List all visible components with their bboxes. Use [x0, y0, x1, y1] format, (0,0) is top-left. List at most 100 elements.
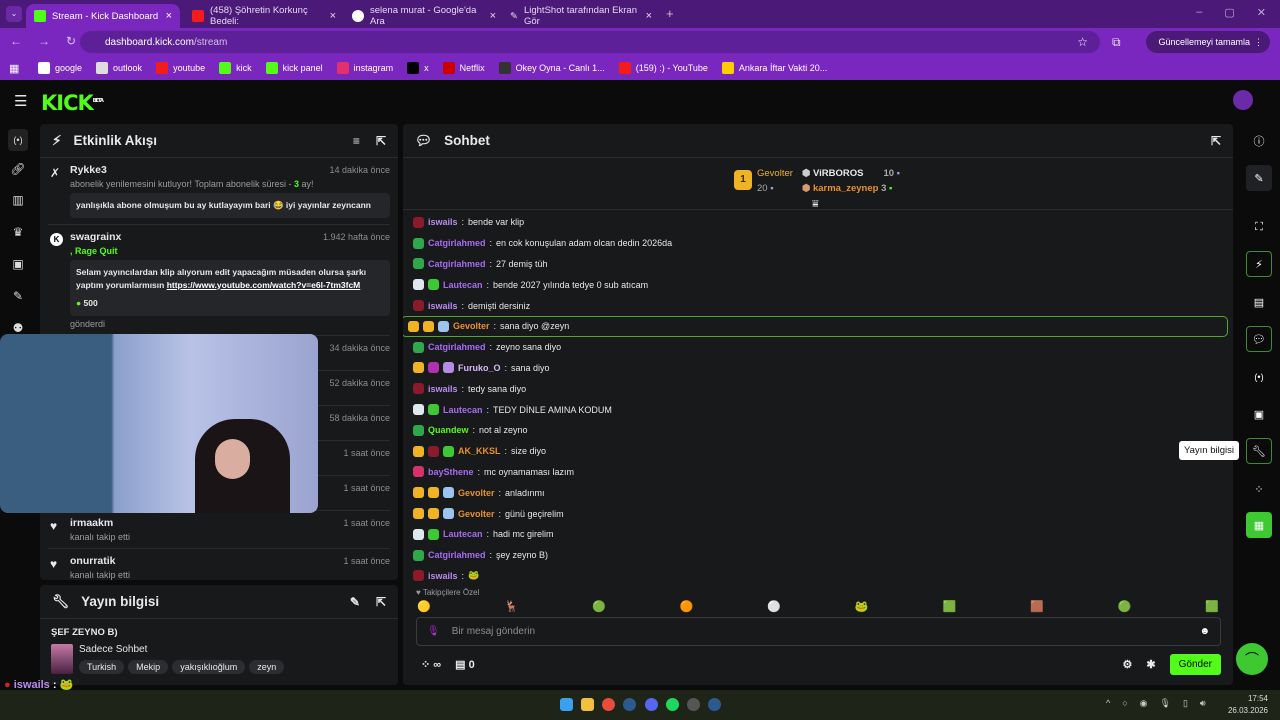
- bookmark-item[interactable]: Ankara İftar Vakti 20...: [721, 62, 827, 74]
- stream-tag[interactable]: yakışıklıoğlum: [172, 660, 246, 674]
- stream-video-preview[interactable]: [0, 334, 318, 513]
- chat-username[interactable]: Lautecan: [443, 529, 483, 539]
- tab-kick-dashboard[interactable]: Stream - Kick Dashboard ×: [26, 4, 180, 28]
- chat-username[interactable]: Lautecan: [443, 405, 483, 415]
- leader-name[interactable]: Gevolter: [757, 168, 793, 179]
- popout-icon[interactable]: ⇱: [376, 595, 386, 609]
- category-name[interactable]: Sadece Sohbet: [79, 644, 288, 655]
- discord-icon[interactable]: [645, 698, 658, 711]
- support-button[interactable]: ⌒: [1236, 643, 1268, 675]
- update-button[interactable]: Güncellemeyi tamamla ⋮: [1146, 31, 1270, 53]
- chat-username[interactable]: Furuko_O: [458, 363, 501, 373]
- community-icon[interactable]: ⁘: [1246, 476, 1272, 502]
- microphone-icon[interactable]: 🎙︎: [427, 626, 440, 637]
- emote[interactable]: 🟠: [680, 600, 694, 613]
- chrome-icon[interactable]: [602, 698, 615, 711]
- steam-icon[interactable]: ◉: [1140, 698, 1148, 709]
- stream-tag[interactable]: Mekip: [128, 660, 169, 674]
- chat-username[interactable]: iswails: [428, 217, 458, 227]
- bookmark-item[interactable]: instagram: [336, 62, 393, 74]
- bookmark-item[interactable]: kick panel: [265, 62, 323, 74]
- send-button[interactable]: Gönder: [1169, 654, 1221, 675]
- nav-tools-icon[interactable]: ✎: [8, 289, 28, 303]
- notes-icon[interactable]: ▤: [1246, 289, 1272, 315]
- expand-leaderboard-icon[interactable]: ⩸: [812, 198, 819, 211]
- activity-user[interactable]: onurratik: [70, 555, 390, 567]
- settings-icon[interactable]: ⚙: [1123, 658, 1133, 671]
- leader-name[interactable]: ViRBOROS: [813, 168, 864, 179]
- youtube-link[interactable]: https://www.youtube.com/watch?v=e6l-7tm3…: [167, 280, 361, 290]
- obs-icon[interactable]: [687, 698, 700, 711]
- edit-icon[interactable]: ✎: [350, 595, 360, 609]
- emote[interactable]: 🟢: [592, 600, 606, 613]
- bookmark-star-icon[interactable]: ☆: [1077, 35, 1088, 49]
- bookmark-item[interactable]: Netflix: [442, 62, 485, 74]
- gifts-display[interactable]: ▤ 0: [455, 658, 475, 671]
- chat-username[interactable]: Catgirlahmed: [428, 259, 486, 269]
- popout-icon[interactable]: ⇱: [376, 134, 386, 148]
- chat-username[interactable]: iswails: [428, 571, 458, 581]
- network-icon[interactable]: ▯: [1183, 698, 1188, 709]
- popout-icon[interactable]: ⇱: [1211, 134, 1221, 148]
- edit-icon[interactable]: ✎: [1246, 165, 1272, 191]
- camera-icon[interactable]: ▣: [1246, 401, 1272, 427]
- app-icon[interactable]: ▦: [1246, 512, 1272, 538]
- chat-username[interactable]: Quandew: [428, 425, 469, 435]
- close-tab-icon[interactable]: ×: [646, 10, 652, 22]
- nav-video-icon[interactable]: ▣: [8, 257, 28, 271]
- bookmark-item[interactable]: youtube: [156, 62, 205, 74]
- info-icon[interactable]: ⓘ: [1246, 128, 1272, 154]
- forward-icon[interactable]: →: [38, 34, 50, 48]
- spotify-icon[interactable]: [666, 698, 679, 711]
- emote-picker-icon[interactable]: ✱: [1146, 658, 1155, 671]
- bookmark-item[interactable]: google: [38, 62, 82, 74]
- reload-icon[interactable]: ↻: [66, 34, 76, 48]
- chat-username[interactable]: iswails: [428, 384, 458, 394]
- chat-username[interactable]: Catgirlahmed: [428, 550, 486, 560]
- emote[interactable]: 🟡: [417, 600, 431, 613]
- nav-stream-icon[interactable]: (•): [8, 129, 28, 151]
- close-tab-icon[interactable]: ×: [490, 10, 496, 22]
- nav-analytics-icon[interactable]: ▥: [8, 193, 28, 207]
- chat-toggle-icon[interactable]: 💬︎: [1246, 326, 1272, 352]
- tab-lightshot[interactable]: ✎ LightShot tarafından Ekran Gör ×: [502, 4, 660, 28]
- extensions-icon[interactable]: ⧉: [1112, 35, 1121, 50]
- screenshot-icon[interactable]: ⛶: [1246, 214, 1272, 240]
- bookmark-item[interactable]: kick: [219, 62, 252, 74]
- emote[interactable]: 🟩: [1205, 600, 1219, 613]
- back-icon[interactable]: ←: [10, 34, 22, 48]
- chat-username[interactable]: Gevolter: [453, 321, 490, 331]
- stream-tag[interactable]: Turkish: [79, 660, 125, 674]
- chat-input[interactable]: 🎙︎ Bir mesaj gönderin ☻: [416, 617, 1221, 646]
- emoji-icon[interactable]: ☻: [1199, 626, 1210, 637]
- activity-user[interactable]: irmaakm: [70, 517, 390, 529]
- chat-username[interactable]: Catgirlahmed: [428, 342, 486, 352]
- points-display[interactable]: ⁘ ∞: [421, 658, 441, 671]
- leader-name[interactable]: karma_zeynep: [813, 183, 878, 194]
- chat-username[interactable]: baySthene: [428, 467, 474, 477]
- nav-link-icon[interactable]: 🔗︎: [8, 162, 28, 176]
- tray-chevron-icon[interactable]: ^: [1106, 698, 1110, 709]
- chat-username[interactable]: Gevolter: [458, 488, 495, 498]
- broadcast-icon[interactable]: (•): [1246, 364, 1272, 390]
- nav-users-icon[interactable]: ⚉: [8, 321, 28, 335]
- emote[interactable]: 🟩: [942, 600, 956, 613]
- tab-search-button[interactable]: ⌄: [6, 6, 22, 22]
- emote[interactable]: 🐸: [855, 600, 869, 613]
- emote[interactable]: 🦌: [505, 600, 519, 613]
- bookmark-item[interactable]: outlook: [96, 62, 142, 74]
- bookmark-item[interactable]: Okey Oyna - Canlı 1...: [498, 62, 605, 74]
- bookmark-item[interactable]: x: [407, 62, 429, 74]
- windows-start-icon[interactable]: [560, 698, 573, 711]
- emote[interactable]: 🟢: [1118, 600, 1132, 613]
- microphone-icon[interactable]: 🎙︎: [1160, 698, 1171, 709]
- tray-icon[interactable]: ○: [1122, 698, 1127, 709]
- apps-icon[interactable]: ▦: [9, 62, 19, 75]
- steam-icon[interactable]: [623, 698, 636, 711]
- address-bar[interactable]: dashboard.kick.com/stream ☆: [80, 31, 1100, 53]
- chat-username[interactable]: Gevolter: [458, 509, 495, 519]
- close-tab-icon[interactable]: ×: [166, 10, 172, 22]
- close-window-icon[interactable]: ✕: [1257, 6, 1266, 19]
- minimize-icon[interactable]: –: [1196, 6, 1202, 19]
- chat-username[interactable]: AK_KKSL: [458, 446, 501, 456]
